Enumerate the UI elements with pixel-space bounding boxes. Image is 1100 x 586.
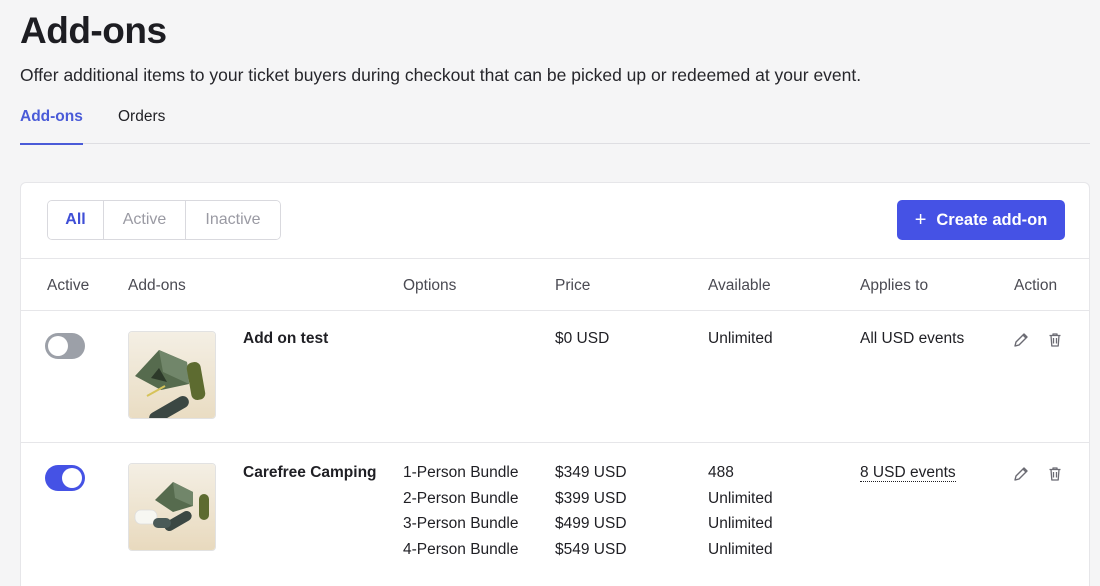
option-label: 1-Person Bundle xyxy=(403,464,519,481)
camping-bundle-image-icon xyxy=(129,464,215,550)
price-value: $0 USD xyxy=(555,330,610,347)
column-header-action: Action xyxy=(1014,277,1058,294)
tab-orders[interactable]: Orders xyxy=(118,108,165,143)
price-value: $549 USD xyxy=(555,541,627,558)
available-value: 488 xyxy=(708,464,734,481)
filter-active-button[interactable]: Active xyxy=(104,201,186,239)
create-add-on-label: Create add-on xyxy=(936,210,1048,229)
column-header-applies-to[interactable]: Applies to xyxy=(860,277,928,295)
filter-all-button[interactable]: All xyxy=(48,201,104,239)
add-on-thumbnail xyxy=(128,463,216,551)
add-on-name: Carefree Camping xyxy=(243,464,377,481)
delete-trash-icon[interactable] xyxy=(1046,331,1064,349)
available-value: Unlimited xyxy=(708,541,773,558)
applies-to-events-link[interactable]: 8 USD events xyxy=(860,464,956,482)
column-header-available[interactable]: Available xyxy=(708,277,771,295)
toggle-knob xyxy=(48,336,68,356)
edit-pencil-icon[interactable] xyxy=(1012,465,1030,483)
status-filter: All Active Inactive xyxy=(47,200,281,240)
price-value: $499 USD xyxy=(555,515,627,532)
table-header: Active Add-ons Options Price Available A… xyxy=(21,258,1089,311)
create-add-on-button[interactable]: + Create add-on xyxy=(897,200,1065,240)
table-row: Carefree Camping 1-Person Bundle 2-Perso… xyxy=(21,443,1089,586)
table-row: Add on test $0 USD Unlimited All USD eve… xyxy=(21,311,1089,443)
option-label: 4-Person Bundle xyxy=(403,541,519,558)
active-toggle[interactable] xyxy=(45,333,85,359)
tent-image-icon xyxy=(129,332,215,418)
price-value: $349 USD xyxy=(555,464,627,481)
column-header-options[interactable]: Options xyxy=(403,277,456,295)
page-title: Add-ons xyxy=(20,10,167,51)
add-ons-card: All Active Inactive + Create add-on Acti… xyxy=(20,182,1090,586)
edit-pencil-icon[interactable] xyxy=(1012,331,1030,349)
available-value: Unlimited xyxy=(708,490,773,507)
tab-bar: Add-ons Orders xyxy=(20,100,1090,145)
available-value: Unlimited xyxy=(708,515,773,532)
page-subtitle: Offer additional items to your ticket bu… xyxy=(20,65,862,85)
column-header-price[interactable]: Price xyxy=(555,277,590,295)
available-value: Unlimited xyxy=(708,330,773,347)
column-header-add-ons[interactable]: Add-ons xyxy=(128,277,186,295)
column-header-active[interactable]: Active xyxy=(47,277,89,295)
plus-icon: + xyxy=(914,209,927,231)
toggle-knob xyxy=(62,468,82,488)
delete-trash-icon[interactable] xyxy=(1046,465,1064,483)
add-on-thumbnail xyxy=(128,331,216,419)
applies-to-value: All USD events xyxy=(860,330,965,347)
add-on-name: Add on test xyxy=(243,330,329,347)
filter-inactive-button[interactable]: Inactive xyxy=(186,201,280,239)
option-label: 3-Person Bundle xyxy=(403,515,519,532)
option-label: 2-Person Bundle xyxy=(403,490,519,507)
active-toggle[interactable] xyxy=(45,465,85,491)
tab-add-ons[interactable]: Add-ons xyxy=(20,108,83,145)
price-value: $399 USD xyxy=(555,490,627,507)
